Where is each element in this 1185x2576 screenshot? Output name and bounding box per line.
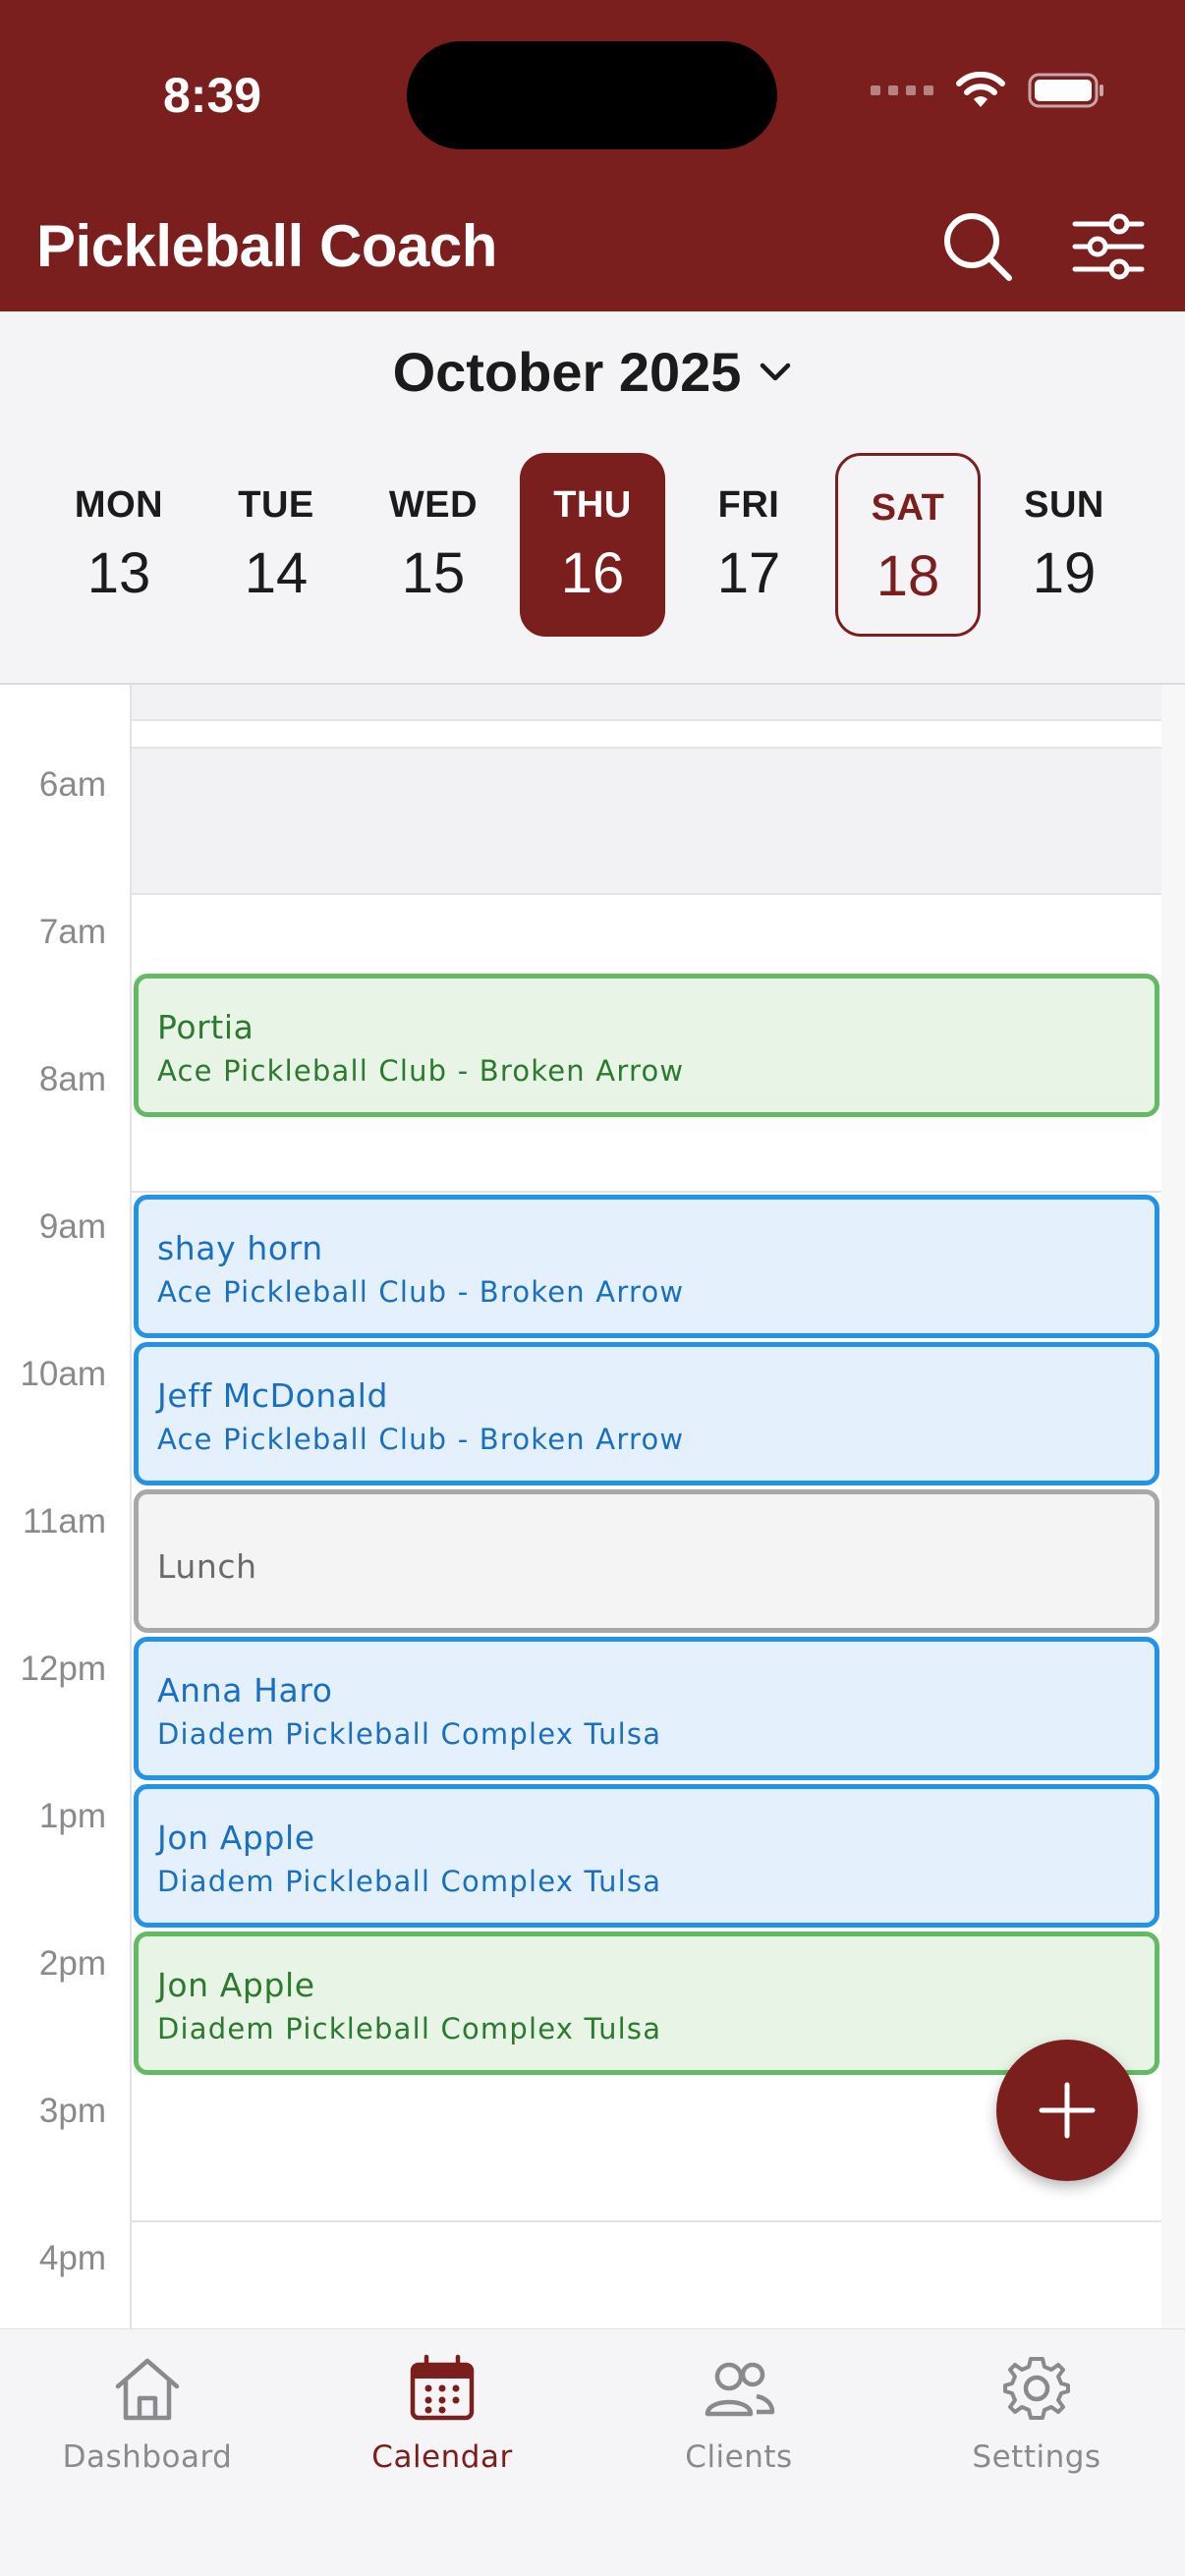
add-event-button[interactable] bbox=[996, 2040, 1138, 2181]
event-location: Diadem Pickleball Complex Tulsa bbox=[157, 2012, 662, 2045]
battery-icon bbox=[1028, 73, 1103, 108]
day-name: THU bbox=[553, 484, 632, 526]
home-icon bbox=[115, 2358, 180, 2421]
hour-label: 6am bbox=[38, 765, 106, 804]
day-sat[interactable]: SAT 18 bbox=[835, 453, 981, 637]
hour-line bbox=[132, 719, 1161, 721]
off-hours-block bbox=[132, 749, 1161, 893]
tab-label: Calendar bbox=[371, 2439, 513, 2475]
wifi-icon bbox=[956, 72, 1005, 107]
tab-settings[interactable]: Settings bbox=[919, 2349, 1155, 2475]
day-name: MON bbox=[74, 484, 164, 526]
hour-line bbox=[132, 2220, 1161, 2222]
day-date: 19 bbox=[1032, 541, 1097, 605]
hour-label: 8am bbox=[38, 1060, 106, 1098]
day-date: 16 bbox=[560, 541, 625, 605]
hour-line bbox=[132, 893, 1161, 895]
day-thu[interactable]: THU 16 bbox=[520, 453, 665, 637]
day-name: SAT bbox=[871, 487, 945, 529]
month-selector[interactable]: October 2025 bbox=[0, 340, 1185, 404]
day-name: WED bbox=[388, 484, 479, 526]
hour-line bbox=[132, 1191, 1161, 1193]
event-card[interactable]: Jon Apple Diadem Pickleball Complex Tuls… bbox=[134, 1932, 1159, 2075]
day-date: 18 bbox=[875, 544, 940, 608]
tab-clients[interactable]: Clients bbox=[621, 2349, 857, 2475]
day-sun[interactable]: SUN 19 bbox=[991, 453, 1137, 637]
day-date: 17 bbox=[716, 541, 781, 605]
hour-line bbox=[132, 747, 1161, 749]
day-tue[interactable]: TUE 14 bbox=[203, 453, 349, 637]
event-client-name: Portia bbox=[157, 1008, 254, 1046]
calendar-icon bbox=[410, 2354, 475, 2421]
event-card[interactable]: Portia Ace Pickleball Club - Broken Arro… bbox=[134, 974, 1159, 1117]
hour-label: 7am bbox=[38, 913, 106, 951]
plus-icon bbox=[1039, 2082, 1096, 2139]
event-location: Diadem Pickleball Complex Tulsa bbox=[157, 1717, 662, 1751]
tab-label: Clients bbox=[685, 2439, 793, 2475]
event-card[interactable]: Jon Apple Diadem Pickleball Complex Tuls… bbox=[134, 1784, 1159, 1928]
event-card[interactable]: Jeff McDonald Ace Pickleball Club - Brok… bbox=[134, 1342, 1159, 1485]
search-icon bbox=[944, 213, 1012, 281]
day-name: TUE bbox=[238, 484, 314, 526]
day-mon[interactable]: MON 13 bbox=[46, 453, 192, 637]
dynamic-island bbox=[407, 41, 777, 149]
search-button[interactable] bbox=[935, 204, 1020, 289]
event-title: Lunch bbox=[157, 1547, 257, 1586]
event-card[interactable]: Anna Haro Diadem Pickleball Complex Tuls… bbox=[134, 1637, 1159, 1780]
sliders-icon bbox=[1072, 213, 1145, 280]
day-date: 15 bbox=[401, 541, 466, 605]
day-name: SUN bbox=[1024, 484, 1104, 526]
hour-label: 2pm bbox=[38, 1944, 106, 1983]
hour-label: 4pm bbox=[38, 2239, 106, 2277]
hour-label: 1pm bbox=[38, 1797, 106, 1835]
status-time: 8:39 bbox=[163, 68, 262, 123]
timeline-scrollbar[interactable] bbox=[1161, 685, 1185, 2328]
hour-label: 11am bbox=[23, 1502, 106, 1540]
status-indicators bbox=[871, 71, 1106, 110]
event-location: Ace Pickleball Club - Broken Arrow bbox=[157, 1423, 685, 1456]
chevron-down-icon bbox=[761, 363, 791, 380]
tab-calendar[interactable]: Calendar bbox=[324, 2349, 560, 2475]
event-location: Ace Pickleball Club - Broken Arrow bbox=[157, 1275, 685, 1309]
day-date: 13 bbox=[86, 541, 151, 605]
day-name: FRI bbox=[717, 484, 780, 526]
event-location: Diadem Pickleball Complex Tulsa bbox=[157, 1865, 662, 1898]
month-label: October 2025 bbox=[392, 341, 742, 403]
tab-label: Settings bbox=[972, 2439, 1101, 2475]
gear-icon bbox=[1003, 2357, 1070, 2420]
event-client-name: Jon Apple bbox=[157, 1819, 315, 1857]
filter-button[interactable] bbox=[1066, 204, 1151, 289]
hour-label: 9am bbox=[38, 1207, 106, 1246]
hour-label: 3pm bbox=[38, 2092, 106, 2130]
tab-bar: Dashboard Calendar Clients Settings bbox=[0, 2328, 1185, 2576]
tab-dashboard[interactable]: Dashboard bbox=[29, 2349, 265, 2475]
cellular-signal-icon bbox=[871, 85, 933, 95]
event-client-name: Jeff McDonald bbox=[157, 1376, 389, 1415]
tab-label: Dashboard bbox=[62, 2439, 233, 2475]
app-header: 8:39 Pickleball Coach bbox=[0, 0, 1185, 311]
off-hours-block bbox=[132, 685, 1161, 719]
event-card[interactable]: shay horn Ace Pickleball Club - Broken A… bbox=[134, 1195, 1159, 1338]
event-client-name: shay horn bbox=[157, 1229, 323, 1267]
event-client-name: Anna Haro bbox=[157, 1671, 333, 1709]
event-card[interactable]: Lunch bbox=[134, 1489, 1159, 1633]
people-icon bbox=[705, 2362, 775, 2417]
event-location: Ace Pickleball Club - Broken Arrow bbox=[157, 1054, 685, 1088]
hour-label: 10am bbox=[20, 1355, 106, 1393]
time-gutter-divider bbox=[130, 685, 132, 2328]
day-fri[interactable]: FRI 17 bbox=[676, 453, 821, 637]
day-date: 14 bbox=[244, 541, 309, 605]
app-title: Pickleball Coach bbox=[36, 213, 497, 279]
day-wed[interactable]: WED 15 bbox=[361, 453, 506, 637]
hour-label: 12pm bbox=[20, 1650, 106, 1688]
event-client-name: Jon Apple bbox=[157, 1966, 315, 2004]
